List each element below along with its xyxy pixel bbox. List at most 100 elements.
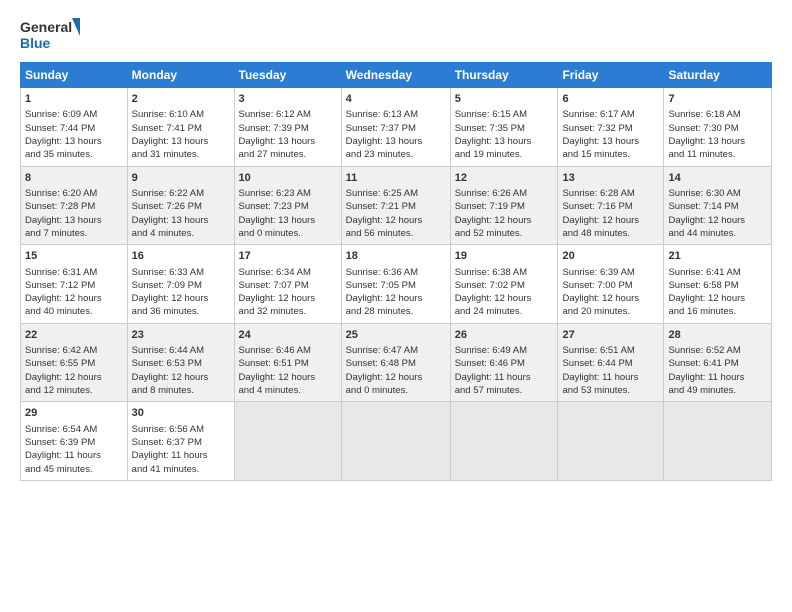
day-number: 15 xyxy=(25,249,123,264)
sunrise: Sunrise: 6:09 AM xyxy=(25,109,97,120)
daylight-value: and 53 minutes. xyxy=(562,385,630,396)
day-number: 21 xyxy=(668,249,767,264)
daylight-label: Daylight: 12 hours xyxy=(25,372,102,383)
sunset: Sunset: 6:46 PM xyxy=(455,358,525,369)
sunset: Sunset: 7:28 PM xyxy=(25,201,95,212)
daylight-value: and 44 minutes. xyxy=(668,228,736,239)
day-number: 6 xyxy=(562,92,659,107)
calendar-cell: 14 Sunrise: 6:30 AM Sunset: 7:14 PM Dayl… xyxy=(664,166,772,245)
daylight-label: Daylight: 12 hours xyxy=(562,215,639,226)
sunrise: Sunrise: 6:25 AM xyxy=(346,188,418,199)
sunrise: Sunrise: 6:42 AM xyxy=(25,345,97,356)
daylight-value: and 8 minutes. xyxy=(132,385,194,396)
daylight-label: Daylight: 12 hours xyxy=(25,293,102,304)
daylight-label: Daylight: 12 hours xyxy=(346,372,423,383)
sunset: Sunset: 7:16 PM xyxy=(562,201,632,212)
day-number: 11 xyxy=(346,171,446,186)
calendar-cell: 12 Sunrise: 6:26 AM Sunset: 7:19 PM Dayl… xyxy=(450,166,558,245)
daylight-label: Daylight: 13 hours xyxy=(132,215,209,226)
sunset: Sunset: 7:12 PM xyxy=(25,280,95,291)
sunrise: Sunrise: 6:15 AM xyxy=(455,109,527,120)
calendar-cell xyxy=(341,402,450,481)
calendar-cell xyxy=(558,402,664,481)
sunrise: Sunrise: 6:26 AM xyxy=(455,188,527,199)
sunrise: Sunrise: 6:38 AM xyxy=(455,267,527,278)
sunset: Sunset: 7:07 PM xyxy=(239,280,309,291)
calendar-cell: 19 Sunrise: 6:38 AM Sunset: 7:02 PM Dayl… xyxy=(450,245,558,324)
day-number: 3 xyxy=(239,92,337,107)
daylight-label: Daylight: 13 hours xyxy=(25,136,102,147)
daylight-value: and 40 minutes. xyxy=(25,306,93,317)
sunrise: Sunrise: 6:46 AM xyxy=(239,345,311,356)
day-number: 29 xyxy=(25,406,123,421)
sunrise: Sunrise: 6:22 AM xyxy=(132,188,204,199)
daylight-label: Daylight: 12 hours xyxy=(132,372,209,383)
sunset: Sunset: 6:39 PM xyxy=(25,437,95,448)
daylight-label: Daylight: 12 hours xyxy=(668,293,745,304)
calendar-week-row: 29 Sunrise: 6:54 AM Sunset: 6:39 PM Dayl… xyxy=(21,402,772,481)
daylight-value: and 28 minutes. xyxy=(346,306,414,317)
daylight-label: Daylight: 12 hours xyxy=(346,215,423,226)
sunset: Sunset: 6:58 PM xyxy=(668,280,738,291)
sunrise: Sunrise: 6:12 AM xyxy=(239,109,311,120)
calendar-cell xyxy=(664,402,772,481)
daylight-label: Daylight: 13 hours xyxy=(239,136,316,147)
daylight-label: Daylight: 12 hours xyxy=(455,293,532,304)
day-number: 20 xyxy=(562,249,659,264)
day-number: 1 xyxy=(25,92,123,107)
daylight-value: and 57 minutes. xyxy=(455,385,523,396)
calendar-cell: 21 Sunrise: 6:41 AM Sunset: 6:58 PM Dayl… xyxy=(664,245,772,324)
sunset: Sunset: 7:44 PM xyxy=(25,123,95,134)
sunrise: Sunrise: 6:17 AM xyxy=(562,109,634,120)
sunrise: Sunrise: 6:13 AM xyxy=(346,109,418,120)
sunset: Sunset: 7:02 PM xyxy=(455,280,525,291)
daylight-value: and 12 minutes. xyxy=(25,385,93,396)
day-number: 5 xyxy=(455,92,554,107)
daylight-label: Daylight: 11 hours xyxy=(668,372,744,383)
svg-text:General: General xyxy=(20,19,72,35)
col-sunday: Sunday xyxy=(21,63,128,88)
calendar-cell: 30 Sunrise: 6:56 AM Sunset: 6:37 PM Dayl… xyxy=(127,402,234,481)
sunset: Sunset: 7:37 PM xyxy=(346,123,416,134)
daylight-value: and 49 minutes. xyxy=(668,385,736,396)
daylight-value: and 0 minutes. xyxy=(239,228,301,239)
calendar-week-row: 22 Sunrise: 6:42 AM Sunset: 6:55 PM Dayl… xyxy=(21,323,772,402)
sunrise: Sunrise: 6:28 AM xyxy=(562,188,634,199)
sunset: Sunset: 7:05 PM xyxy=(346,280,416,291)
sunrise: Sunrise: 6:31 AM xyxy=(25,267,97,278)
daylight-value: and 52 minutes. xyxy=(455,228,523,239)
daylight-label: Daylight: 11 hours xyxy=(132,450,208,461)
daylight-value: and 35 minutes. xyxy=(25,149,93,160)
sunrise: Sunrise: 6:33 AM xyxy=(132,267,204,278)
sunset: Sunset: 7:32 PM xyxy=(562,123,632,134)
sunrise: Sunrise: 6:10 AM xyxy=(132,109,204,120)
logo-svg: General Blue xyxy=(20,16,80,54)
sunset: Sunset: 7:35 PM xyxy=(455,123,525,134)
calendar-cell: 18 Sunrise: 6:36 AM Sunset: 7:05 PM Dayl… xyxy=(341,245,450,324)
sunrise: Sunrise: 6:44 AM xyxy=(132,345,204,356)
col-wednesday: Wednesday xyxy=(341,63,450,88)
daylight-label: Daylight: 12 hours xyxy=(239,293,316,304)
daylight-value: and 31 minutes. xyxy=(132,149,200,160)
calendar-cell: 8 Sunrise: 6:20 AM Sunset: 7:28 PM Dayli… xyxy=(21,166,128,245)
sunrise: Sunrise: 6:34 AM xyxy=(239,267,311,278)
daylight-value: and 16 minutes. xyxy=(668,306,736,317)
logo: General Blue xyxy=(20,16,80,54)
day-number: 27 xyxy=(562,328,659,343)
day-number: 7 xyxy=(668,92,767,107)
daylight-value: and 36 minutes. xyxy=(132,306,200,317)
calendar-header-row: Sunday Monday Tuesday Wednesday Thursday… xyxy=(21,63,772,88)
sunrise: Sunrise: 6:51 AM xyxy=(562,345,634,356)
day-number: 8 xyxy=(25,171,123,186)
sunset: Sunset: 7:09 PM xyxy=(132,280,202,291)
calendar-week-row: 8 Sunrise: 6:20 AM Sunset: 7:28 PM Dayli… xyxy=(21,166,772,245)
sunset: Sunset: 6:55 PM xyxy=(25,358,95,369)
calendar-cell: 26 Sunrise: 6:49 AM Sunset: 6:46 PM Dayl… xyxy=(450,323,558,402)
sunset: Sunset: 7:41 PM xyxy=(132,123,202,134)
daylight-label: Daylight: 12 hours xyxy=(668,215,745,226)
sunrise: Sunrise: 6:18 AM xyxy=(668,109,740,120)
calendar-cell: 16 Sunrise: 6:33 AM Sunset: 7:09 PM Dayl… xyxy=(127,245,234,324)
calendar-cell: 28 Sunrise: 6:52 AM Sunset: 6:41 PM Dayl… xyxy=(664,323,772,402)
day-number: 17 xyxy=(239,249,337,264)
calendar-cell: 1 Sunrise: 6:09 AM Sunset: 7:44 PM Dayli… xyxy=(21,88,128,167)
